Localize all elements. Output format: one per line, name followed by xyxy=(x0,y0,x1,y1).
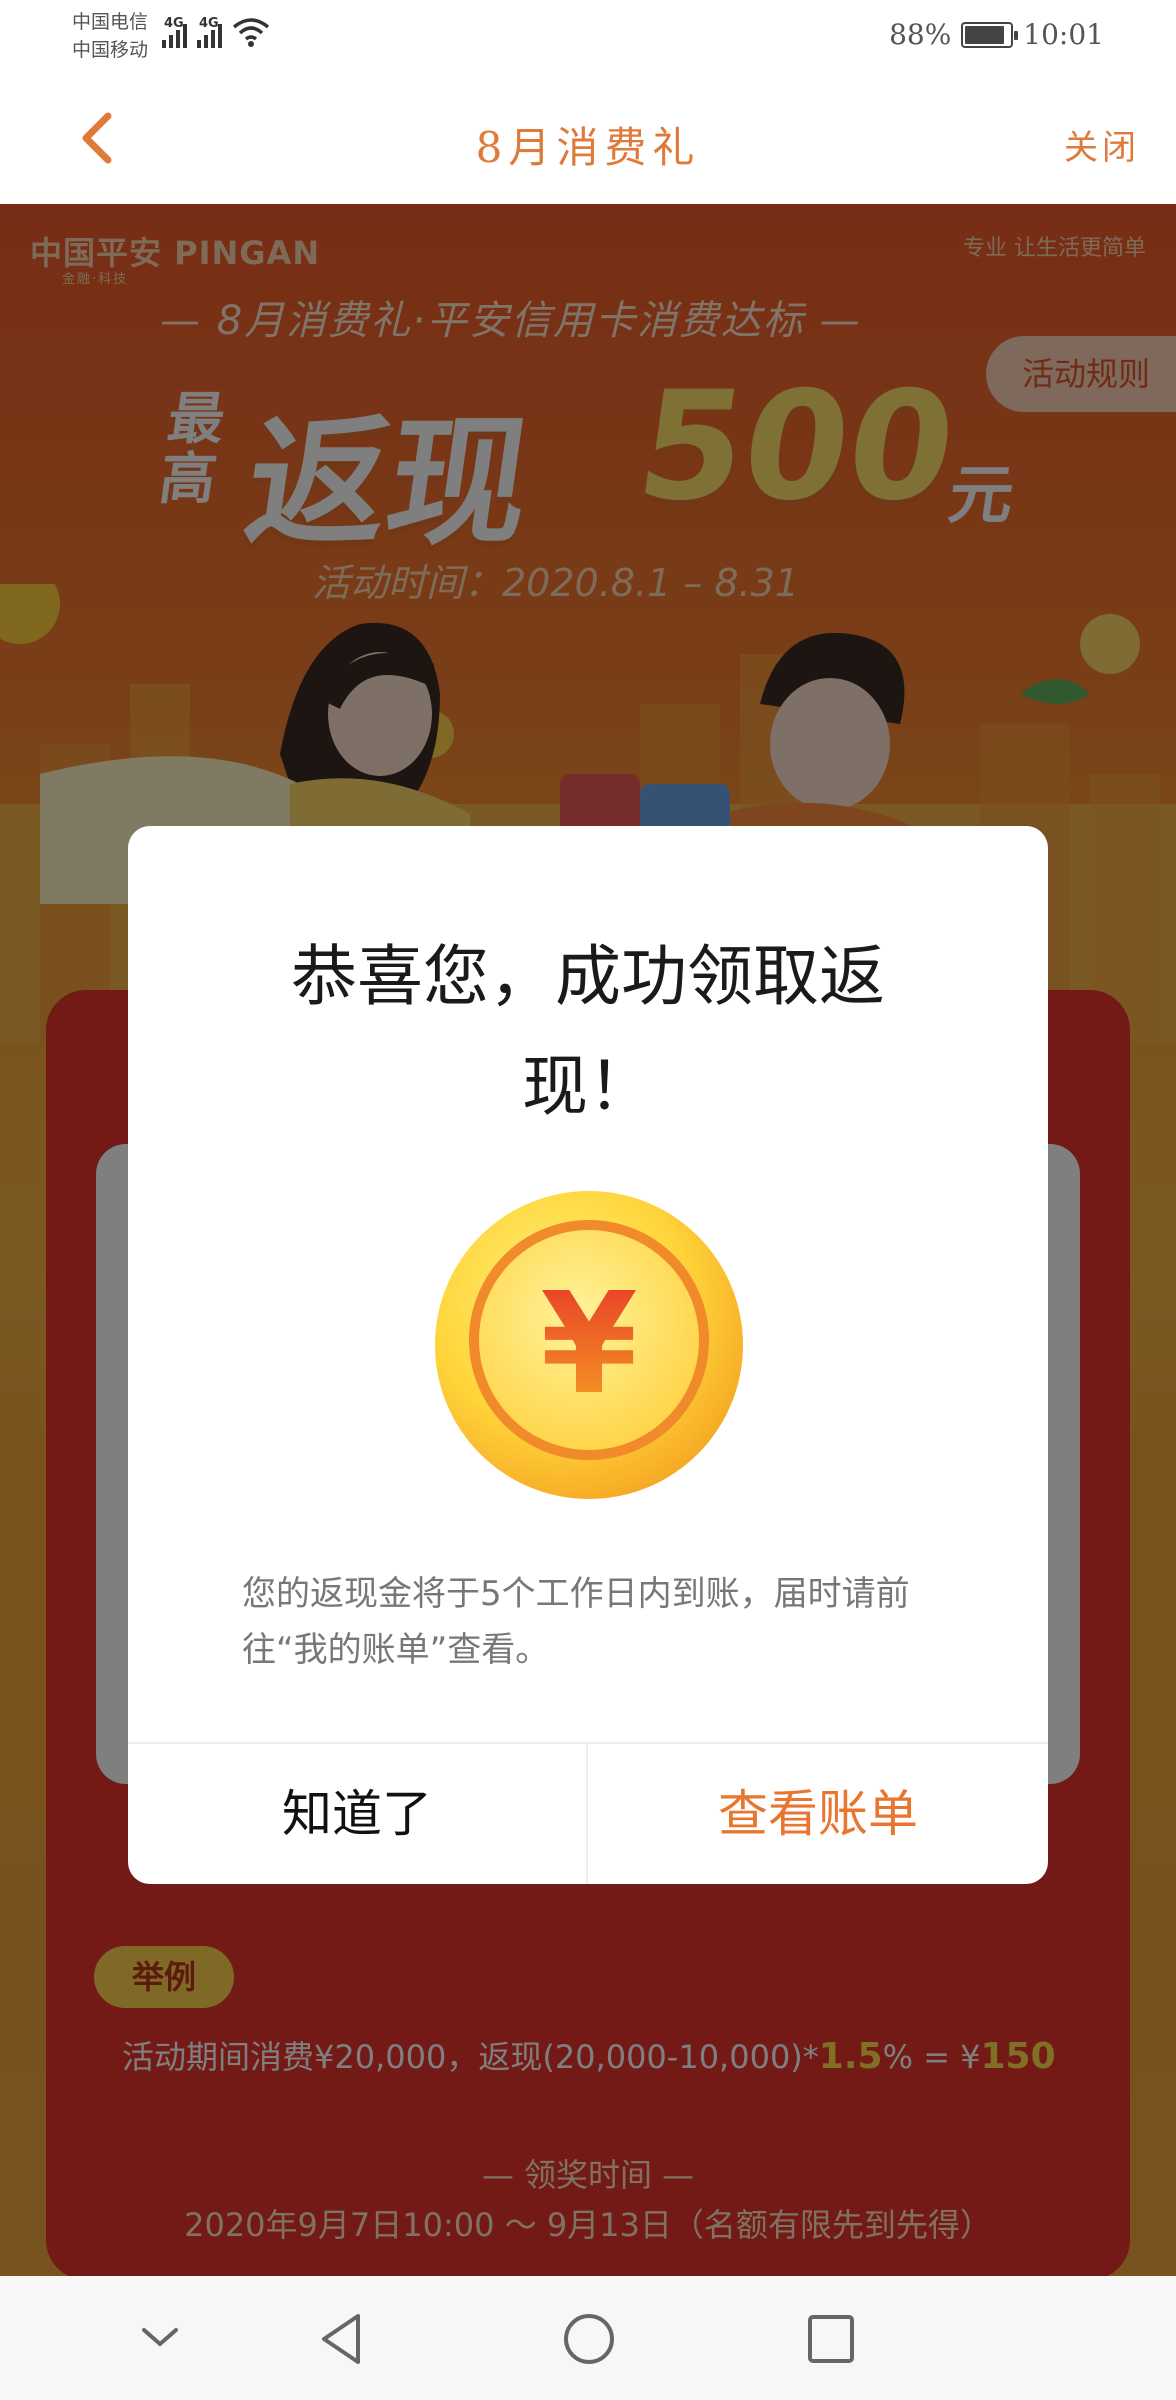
wifi-icon xyxy=(232,18,270,47)
success-dialog: 恭喜您，成功领取返现！ ¥ 您的返现金将于5个工作日内到账，届时请前往“我的账单… xyxy=(128,826,1048,1884)
dialog-title: 恭喜您，成功领取返现！ xyxy=(291,938,885,1125)
page-title: 8月消费礼 xyxy=(475,123,701,172)
coin-symbol: ¥ xyxy=(540,1263,637,1426)
signal-icon-2: 4G xyxy=(197,16,222,48)
battery-icon xyxy=(961,21,1019,48)
recents-square-icon[interactable] xyxy=(806,2312,856,2366)
nav-bar: 8月消费礼 关闭 xyxy=(0,76,1176,204)
collapse-chevron-icon[interactable] xyxy=(140,2312,180,2362)
status-bar: 中国电信 中国移动 4G 4G 88% 10:01 xyxy=(0,0,1176,76)
status-right: 88% 10:01 xyxy=(889,18,1104,51)
network-type-1: 4G xyxy=(164,16,184,31)
network-type-2: 4G xyxy=(199,16,219,31)
close-link[interactable]: 关闭 xyxy=(1064,120,1140,169)
carrier-1: 中国电信 xyxy=(72,11,149,33)
home-circle-icon[interactable] xyxy=(562,2312,616,2366)
signal-indicators: 4G 4G xyxy=(162,16,270,48)
dialog-description: 您的返现金将于5个工作日内到账，届时请前往“我的账单”查看。 xyxy=(242,1574,910,1670)
carrier-labels: 中国电信 中国移动 xyxy=(72,8,148,64)
clock: 10:01 xyxy=(1023,18,1104,51)
battery-percent: 88% xyxy=(889,18,952,51)
view-bill-button[interactable]: 查看账单 xyxy=(588,1744,1048,1884)
got-it-button[interactable]: 知道了 xyxy=(128,1744,586,1884)
back-triangle-icon[interactable] xyxy=(316,2312,366,2366)
carrier-2: 中国移动 xyxy=(72,39,149,61)
coin-icon: ¥ xyxy=(435,1191,743,1499)
signal-icon-1: 4G xyxy=(162,16,187,48)
system-nav-bar xyxy=(0,2276,1176,2400)
